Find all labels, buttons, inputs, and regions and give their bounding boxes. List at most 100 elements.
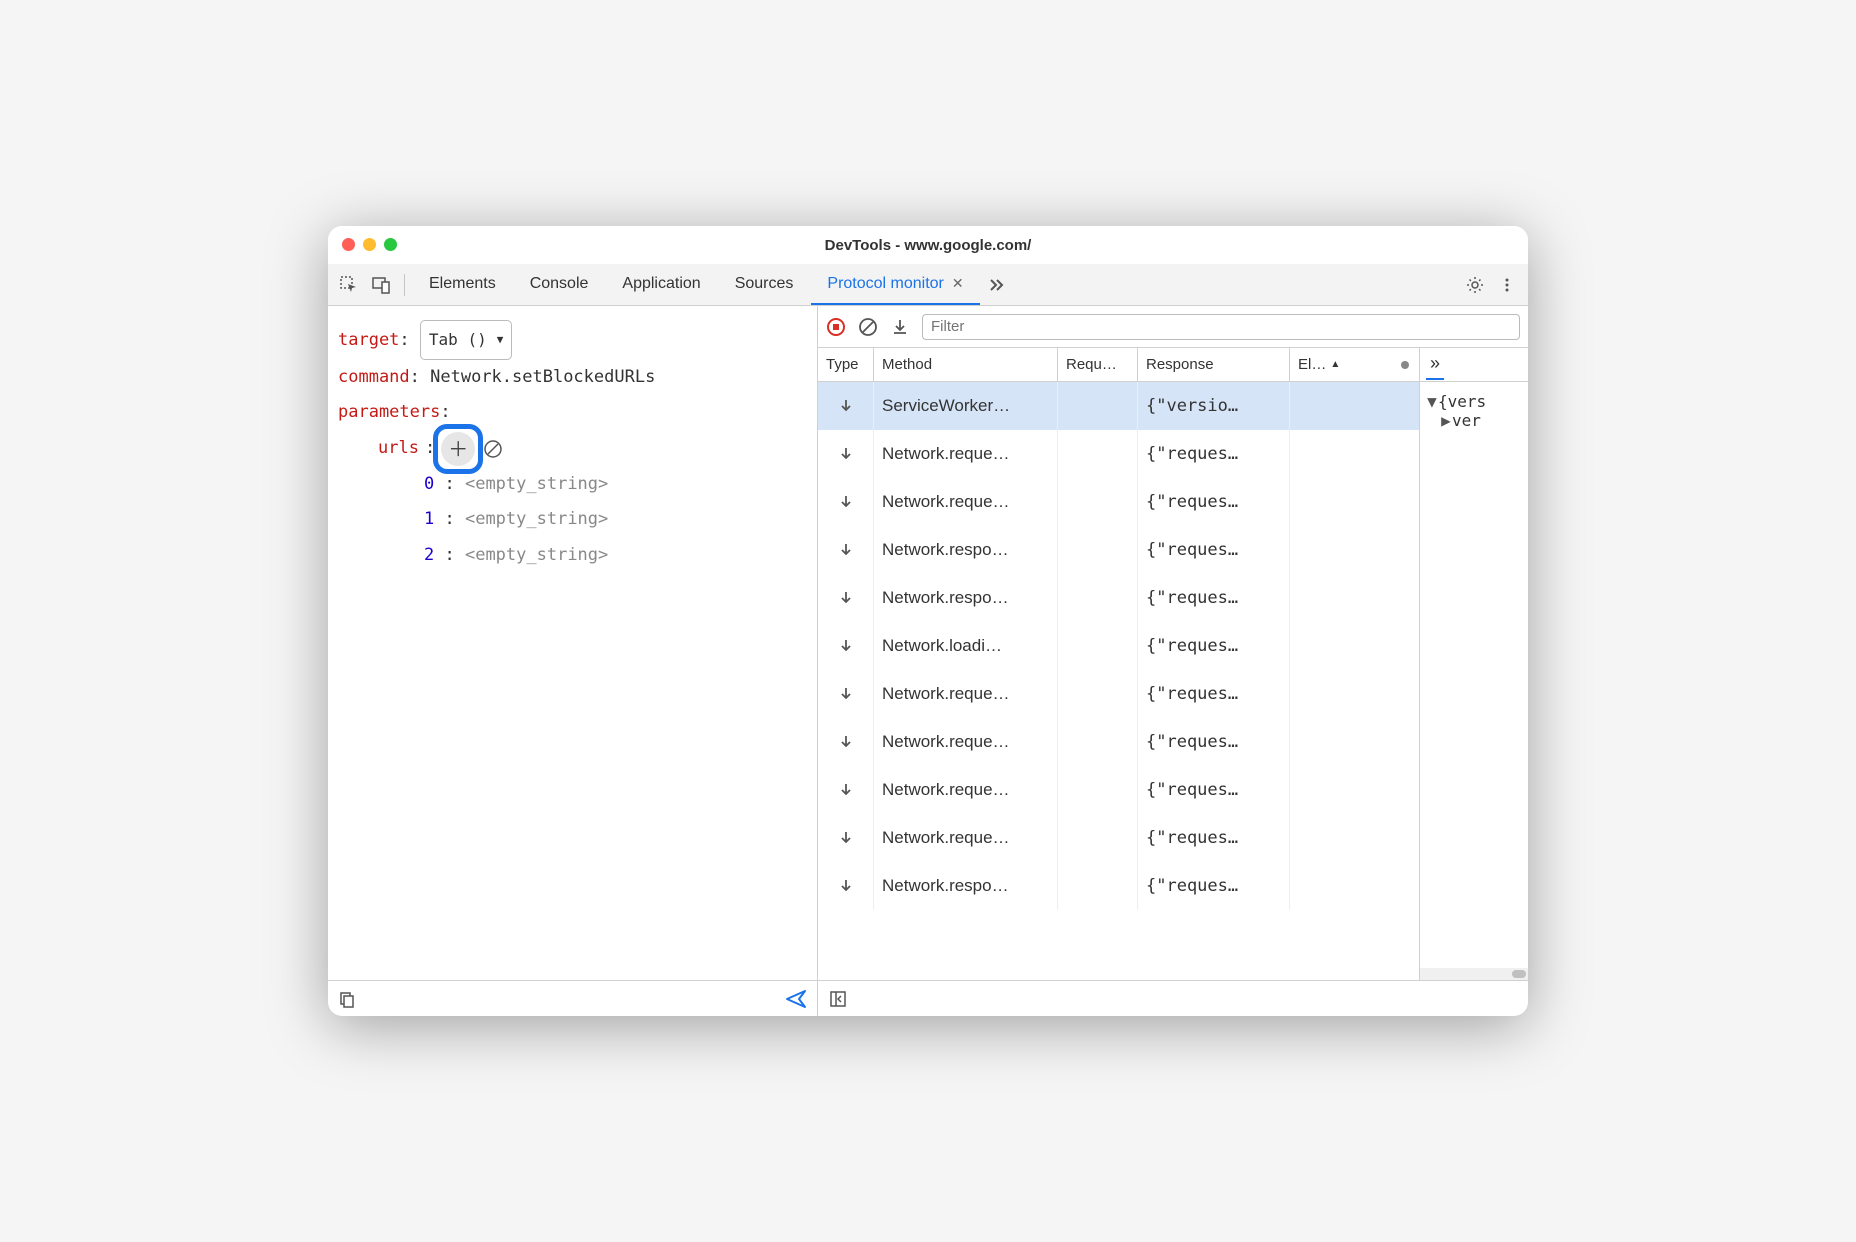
add-url-button[interactable]: ＋ [441, 432, 475, 466]
col-method[interactable]: Method [874, 348, 1058, 381]
command-value: Network.setBlockedURLs [430, 367, 655, 387]
request-cell [1058, 574, 1138, 622]
zoom-window-button[interactable] [384, 238, 397, 251]
table-row[interactable]: Network.loadi…{"reques… [818, 622, 1419, 670]
col-elapsed[interactable]: El…▲ [1290, 348, 1419, 381]
type-icon [818, 862, 874, 910]
table-row[interactable]: Network.respo…{"reques… [818, 526, 1419, 574]
detail-tree[interactable]: ▼{vers ▶ver [1420, 382, 1528, 968]
titlebar: DevTools - www.google.com/ [328, 226, 1528, 264]
target-select[interactable]: Tab () ▼ [420, 320, 512, 360]
method-cell: ServiceWorker… [874, 382, 1058, 430]
method-cell: Network.reque… [874, 814, 1058, 862]
toggle-sidebar-icon[interactable] [828, 989, 848, 1009]
table-row[interactable]: Network.reque…{"reques… [818, 430, 1419, 478]
more-menu-icon[interactable] [1492, 270, 1522, 300]
table-row[interactable]: Network.respo…{"reques… [818, 574, 1419, 622]
url-value[interactable]: <empty_string> [465, 545, 608, 565]
elapsed-cell [1290, 574, 1419, 622]
editor-footer [328, 980, 817, 1016]
urls-label: urls [378, 431, 419, 467]
send-command-button[interactable] [785, 988, 807, 1010]
clear-urls-button[interactable] [481, 437, 505, 461]
table-row[interactable]: Network.reque…{"reques… [818, 670, 1419, 718]
divider [404, 274, 405, 296]
tab-console[interactable]: Console [514, 264, 605, 305]
url-value[interactable]: <empty_string> [465, 474, 608, 494]
horizontal-scrollbar[interactable] [1420, 968, 1528, 980]
download-button[interactable] [890, 317, 910, 337]
clear-log-button[interactable] [858, 317, 878, 337]
url-value[interactable]: <empty_string> [465, 509, 608, 529]
elapsed-cell [1290, 622, 1419, 670]
tab-application[interactable]: Application [606, 264, 716, 305]
response-cell: {"reques… [1138, 862, 1290, 910]
filter-input[interactable] [922, 314, 1520, 340]
method-cell: Network.respo… [874, 574, 1058, 622]
response-cell: {"reques… [1138, 526, 1290, 574]
copy-icon[interactable] [338, 990, 356, 1008]
inspect-icon[interactable] [334, 270, 364, 300]
record-button[interactable] [826, 317, 846, 337]
type-icon [818, 574, 874, 622]
request-cell [1058, 478, 1138, 526]
elapsed-cell [1290, 670, 1419, 718]
method-cell: Network.reque… [874, 478, 1058, 526]
more-tabs-icon[interactable] [982, 270, 1012, 300]
elapsed-cell [1290, 766, 1419, 814]
type-icon [818, 478, 874, 526]
col-response[interactable]: Response [1138, 348, 1290, 381]
log-footer [818, 980, 1528, 1016]
method-cell: Network.reque… [874, 766, 1058, 814]
type-icon [818, 814, 874, 862]
response-cell: {"reques… [1138, 766, 1290, 814]
device-toolbar-icon[interactable] [366, 270, 396, 300]
command-label: command [338, 367, 410, 387]
url-index: 1 [424, 509, 434, 529]
method-cell: Network.respo… [874, 862, 1058, 910]
method-cell: Network.reque… [874, 718, 1058, 766]
request-cell [1058, 766, 1138, 814]
col-type[interactable]: Type [818, 348, 874, 381]
table-row[interactable]: Network.reque…{"reques… [818, 814, 1419, 862]
request-cell [1058, 670, 1138, 718]
table-row[interactable]: Network.reque… {"reques… [818, 718, 1419, 766]
response-cell: {"versio… [1138, 382, 1290, 430]
settings-icon[interactable] [1460, 270, 1490, 300]
tab-sources[interactable]: Sources [719, 264, 810, 305]
target-label: target [338, 330, 399, 350]
tab-elements[interactable]: Elements [413, 264, 512, 305]
table-header: Type Method Requ… Response El…▲ [818, 348, 1419, 382]
command-editor-pane: target: Tab () ▼ command: Network.setBlo… [328, 306, 818, 1016]
detail-more-tabs-icon[interactable]: » [1426, 349, 1444, 380]
close-window-button[interactable] [342, 238, 355, 251]
response-cell: {"reques… [1138, 718, 1290, 766]
table-row[interactable]: Network.reque… {"reques… [818, 766, 1419, 814]
elapsed-cell [1290, 430, 1419, 478]
request-cell [1058, 814, 1138, 862]
request-cell [1058, 526, 1138, 574]
request-cell [1058, 430, 1138, 478]
table-row[interactable]: Network.reque… {"reques… [818, 478, 1419, 526]
response-cell: {"reques… [1138, 670, 1290, 718]
type-icon [818, 766, 874, 814]
request-cell [1058, 718, 1138, 766]
col-request[interactable]: Requ… [1058, 348, 1138, 381]
response-cell: {"reques… [1138, 478, 1290, 526]
type-icon [818, 526, 874, 574]
minimize-window-button[interactable] [363, 238, 376, 251]
type-icon [818, 718, 874, 766]
caret-right-icon[interactable]: ▶ [1440, 411, 1452, 430]
sort-caret-icon: ▲ [1330, 359, 1340, 370]
url-index: 2 [424, 545, 434, 565]
elapsed-cell [1290, 862, 1419, 910]
close-tab-icon[interactable]: ✕ [952, 275, 964, 292]
elapsed-cell [1290, 718, 1419, 766]
request-cell [1058, 622, 1138, 670]
caret-down-icon[interactable]: ▼ [1426, 392, 1438, 411]
dropdown-caret-icon: ▼ [497, 328, 504, 351]
table-row[interactable]: ServiceWorker… {"versio… [818, 382, 1419, 430]
url-index: 0 [424, 474, 434, 494]
table-row[interactable]: Network.respo… {"reques… [818, 862, 1419, 910]
tab-protocol-monitor[interactable]: Protocol monitor ✕ [811, 264, 979, 305]
